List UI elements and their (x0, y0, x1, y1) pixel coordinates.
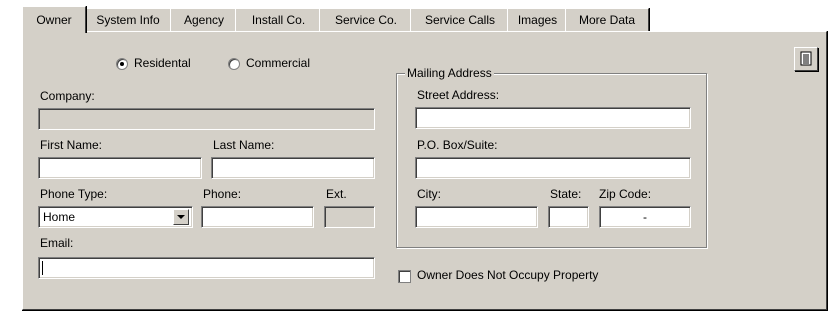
notes-button[interactable] (794, 47, 818, 71)
street-address-label: Street Address: (417, 88, 500, 102)
ext-field[interactable] (324, 206, 375, 228)
owner-not-occupy-label: Owner Does Not Occupy Property (417, 268, 599, 282)
tab-label: Agency (183, 13, 225, 27)
phone-type-select[interactable]: Home (38, 206, 193, 228)
phone-field[interactable] (201, 206, 314, 228)
company-field[interactable] (38, 108, 375, 130)
phone-label: Phone: (203, 187, 242, 201)
residential-radio[interactable] (116, 58, 128, 70)
chevron-down-icon[interactable] (173, 209, 189, 225)
tab-more-data[interactable]: More Data (565, 8, 649, 31)
tab-install-co[interactable]: Install Co. (235, 8, 322, 31)
tab-label: More Data (578, 13, 636, 27)
mailing-address-title: Mailing Address (405, 66, 494, 80)
street-address-field[interactable] (415, 107, 691, 129)
tab-service-co[interactable]: Service Co. (319, 8, 413, 31)
last-name-field[interactable] (211, 157, 375, 179)
zip-code-label: Zip Code: (599, 187, 652, 201)
first-name-label: First Name: (40, 138, 103, 152)
company-label: Company: (40, 89, 95, 103)
notes-icon (800, 51, 812, 66)
commercial-radio[interactable] (228, 58, 240, 70)
residential-label: Residental (134, 56, 191, 70)
panel-shadow-bottom (22, 310, 827, 311)
commercial-label: Commercial (246, 56, 311, 70)
city-label: City: (417, 187, 441, 201)
tab-label: Owner (36, 13, 72, 27)
tab-images[interactable]: Images (507, 8, 568, 31)
phone-type-value: Home (43, 210, 76, 224)
po-box-label: P.O. Box/Suite: (417, 138, 498, 152)
ext-label: Ext. (326, 187, 347, 201)
zip-code-field[interactable]: - (599, 206, 691, 228)
phone-type-label: Phone Type: (40, 187, 108, 201)
panel-shadow-right (827, 31, 828, 311)
state-field[interactable] (548, 206, 589, 228)
city-field[interactable] (415, 206, 538, 228)
tab-label: Install Co. (251, 13, 306, 27)
owner-not-occupy-checkbox[interactable] (398, 270, 411, 283)
state-label: State: (550, 187, 582, 201)
tab-service-calls[interactable]: Service Calls (410, 8, 510, 31)
tab-label: Service Calls (424, 13, 496, 27)
email-field[interactable] (38, 257, 375, 279)
radio-dot (120, 62, 124, 66)
tab-agency[interactable]: Agency (170, 8, 238, 31)
tab-owner[interactable]: Owner (22, 6, 86, 33)
last-name-label: Last Name: (213, 138, 275, 152)
po-box-field[interactable] (415, 157, 691, 179)
text-cursor (42, 261, 43, 275)
first-name-field[interactable] (38, 157, 202, 179)
email-label: Email: (40, 236, 74, 250)
dropdown-arrow (177, 215, 185, 219)
tab-system-info[interactable]: System Info (83, 8, 173, 31)
tab-label: Images (517, 13, 558, 27)
tab-label: Service Co. (334, 13, 398, 27)
tab-label: System Info (96, 13, 160, 27)
